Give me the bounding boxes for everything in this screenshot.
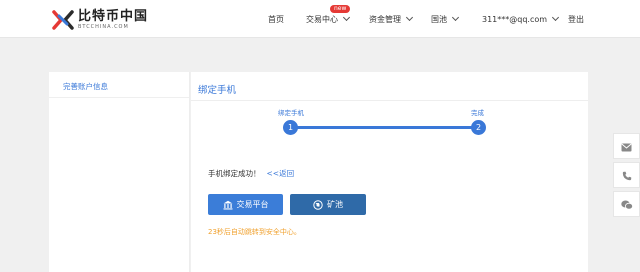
- nav-logout[interactable]: 登出: [568, 0, 584, 38]
- success-message: 手机绑定成功！ <<返回: [208, 168, 294, 179]
- new-badge: new: [330, 5, 351, 13]
- contact-floaters: [613, 133, 640, 220]
- success-text: 手机绑定成功！: [208, 169, 261, 178]
- site-logo[interactable]: 比特币中国 BTCCHINA.COM: [52, 9, 148, 31]
- nav-trade-center-label: 交易中心: [306, 14, 338, 24]
- nav-asset-management-label: 资金管理: [369, 14, 401, 24]
- nav-asset-management[interactable]: 资金管理: [369, 0, 414, 38]
- logo-chinese-text: 比特币中国: [78, 9, 149, 24]
- top-navigation-bar: 比特币中国 BTCCHINA.COM 首页 交易中心 new 资金管理 国池 3…: [0, 0, 640, 38]
- step-1-circle: 1: [283, 120, 298, 135]
- mining-pool-button[interactable]: 矿池: [290, 194, 366, 215]
- nav-account-label: 311***@qq.com: [482, 14, 548, 24]
- step-1-label: 绑定手机: [278, 109, 304, 117]
- step-progress-line: [290, 126, 478, 129]
- phone-icon: [622, 166, 632, 185]
- chevron-down-icon: [405, 13, 414, 22]
- nav-home[interactable]: 首页: [268, 0, 284, 38]
- step-2-circle: 2: [471, 120, 486, 135]
- btcchina-logo-icon: [52, 10, 74, 30]
- trade-platform-button[interactable]: 交易平台: [208, 194, 283, 215]
- chevron-down-icon: [342, 13, 351, 22]
- globe-icon: [313, 199, 323, 210]
- trade-platform-label: 交易平台: [236, 200, 269, 209]
- account-sidebar: 完善账户信息: [49, 72, 190, 272]
- nav-pool-label: 国池: [431, 14, 447, 24]
- page-title: 绑定手机: [198, 85, 237, 96]
- mail-button[interactable]: [613, 133, 640, 159]
- mining-pool-label: 矿池: [327, 200, 343, 209]
- nav-pool[interactable]: 国池: [431, 0, 460, 38]
- wechat-icon: [620, 195, 633, 214]
- phone-button[interactable]: [613, 162, 640, 188]
- nav-account[interactable]: 311***@qq.com: [482, 0, 560, 38]
- title-divider: [191, 100, 588, 101]
- back-link[interactable]: <<返回: [267, 169, 295, 178]
- redirect-countdown-text: 23秒后自动跳转到安全中心。: [208, 228, 301, 236]
- chevron-down-icon: [552, 13, 560, 22]
- sidebar-item-complete-account-info[interactable]: 完善账户信息: [49, 72, 189, 98]
- step-2-label: 完成: [471, 109, 484, 117]
- wechat-button[interactable]: [613, 191, 640, 217]
- bank-icon: [223, 200, 233, 210]
- logo-english-text: BTCCHINA.COM: [78, 24, 129, 30]
- chevron-down-icon: [451, 13, 460, 22]
- mail-icon: [621, 137, 632, 156]
